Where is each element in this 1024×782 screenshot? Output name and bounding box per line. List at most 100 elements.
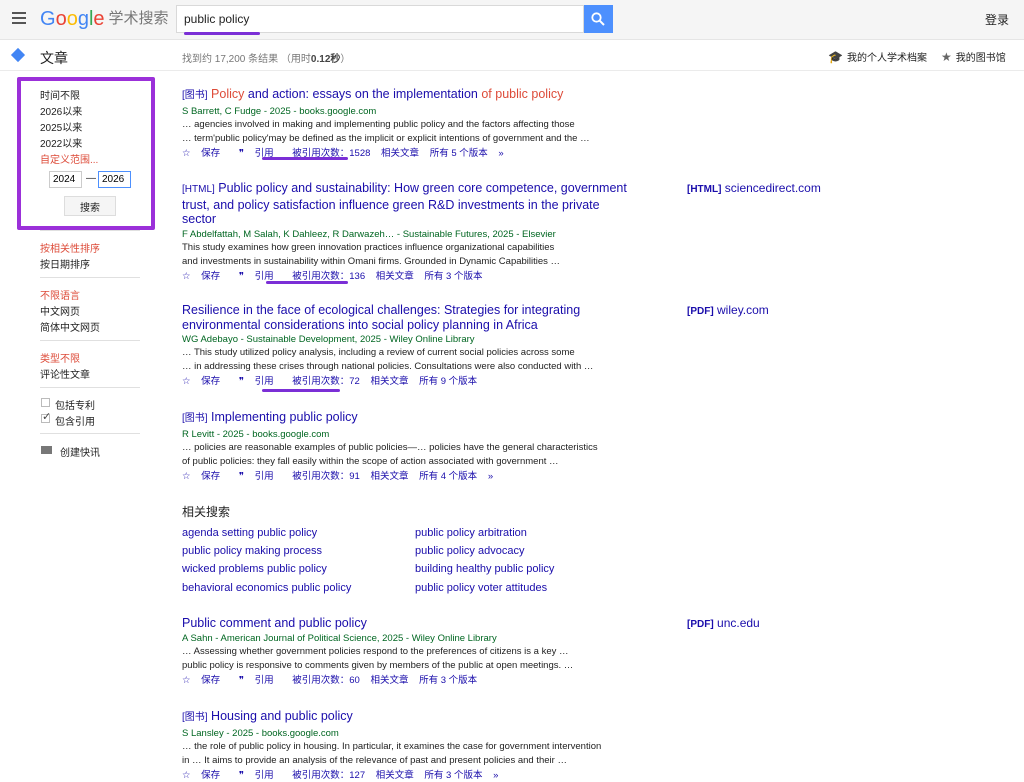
save-button[interactable]: ☆ 保存 [182, 471, 228, 482]
time-since-2026[interactable]: 2026以来 [40, 103, 82, 118]
result-meta: R Levitt - 2025 - books.google.com [182, 428, 330, 440]
result-snippet: in … It aims to provide an analysis of t… [182, 754, 567, 766]
result-actions: ☆ 保存 ❞ 引用 被引用次数：1528 相关文章 所有 5 个版本 » [182, 147, 682, 161]
sort-by-relevance[interactable]: 按相关性排序 [40, 240, 100, 255]
fulltext-link[interactable]: [PDF] wiley.com [687, 303, 769, 317]
related-search-link[interactable]: wicked problems public policy [182, 563, 327, 575]
year-from-input[interactable] [49, 171, 82, 188]
more-icon[interactable]: » [498, 148, 503, 159]
my-library-link[interactable]: ★ 我的图书馆 [941, 49, 1006, 64]
result-meta: A Sahn - American Journal of Political S… [182, 632, 497, 644]
type-any[interactable]: 类型不限 [40, 350, 80, 365]
quote-icon: ❞ [238, 769, 244, 781]
search-input[interactable] [177, 6, 583, 32]
annotation-underline-cited [262, 157, 348, 160]
related-articles-link[interactable]: 相关文章 [370, 376, 408, 387]
save-button[interactable]: ☆ 保存 [182, 770, 228, 781]
result-title[interactable]: Resilience in the face of ecological cha… [182, 303, 632, 332]
more-icon[interactable]: » [493, 770, 498, 781]
articles-label[interactable]: 文章 [40, 48, 68, 68]
result-title[interactable]: [HTML] Public policy and sustainability:… [182, 181, 632, 227]
more-icon[interactable]: » [488, 471, 493, 482]
related-articles-link[interactable]: 相关文章 [370, 675, 408, 686]
search-result: [HTML] Public policy and sustainability:… [182, 181, 632, 284]
related-articles-link[interactable]: 相关文章 [370, 471, 408, 482]
all-versions-link[interactable]: 所有 3 个版本 [424, 271, 482, 282]
cite-button[interactable]: ❞ 引用 [239, 770, 282, 781]
search-result: [图书] Policy and action: essays on the im… [182, 87, 682, 161]
save-button[interactable]: ☆ 保存 [182, 675, 228, 686]
fulltext-link[interactable]: [HTML] sciencedirect.com [687, 181, 821, 195]
related-articles-link[interactable]: 相关文章 [376, 770, 414, 781]
range-search-button[interactable]: 搜索 [64, 196, 116, 216]
sidebar-divider [40, 277, 140, 278]
language-chinese-web[interactable]: 中文网页 [40, 303, 80, 318]
result-snippet: … in addressing these crises through nat… [182, 361, 594, 372]
type-review-articles[interactable]: 评论性文章 [40, 366, 90, 381]
related-articles-link[interactable]: 相关文章 [376, 271, 414, 282]
related-search-link[interactable]: behavioral economics public policy [182, 582, 351, 594]
star-outline-icon: ☆ [182, 674, 191, 686]
all-versions-link[interactable]: 所有 5 个版本 [430, 148, 488, 159]
cited-by-link[interactable]: 被引用次数：136 [292, 271, 365, 282]
fulltext-link[interactable]: [PDF] unc.edu [687, 616, 760, 630]
sort-by-date[interactable]: 按日期排序 [40, 256, 90, 271]
include-patents-checkbox[interactable] [41, 398, 50, 407]
cited-by-link[interactable]: 被引用次数：72 [292, 376, 360, 387]
star-outline-icon: ☆ [182, 270, 191, 282]
save-button[interactable]: ☆ 保存 [182, 148, 228, 159]
search-result: Public comment and public policy A Sahn … [182, 616, 682, 688]
google-scholar-logo[interactable]: Google 学术搜索 [40, 7, 169, 31]
create-alert-link[interactable]: 创建快讯 [60, 444, 100, 459]
year-to-input[interactable] [98, 171, 131, 188]
result-snippet: … term'public policy'may be defined as t… [182, 132, 590, 144]
cited-by-link[interactable]: 被引用次数：60 [292, 675, 360, 686]
sub-header: 文章 找到约 17,200 条结果 （用时0.12秒） 🎓 我的个人学术档案 ★ 我… [0, 41, 1024, 71]
hamburger-menu-icon[interactable] [12, 12, 26, 24]
envelope-icon [41, 446, 52, 454]
cited-by-link[interactable]: 被引用次数：91 [292, 471, 360, 482]
quote-icon: ❞ [238, 674, 244, 686]
cite-button[interactable]: ❞ 引用 [239, 271, 282, 282]
annotation-underline-cited [266, 281, 348, 284]
cite-button[interactable]: ❞ 引用 [239, 675, 282, 686]
search-button[interactable] [584, 5, 613, 33]
language-simplified-chinese[interactable]: 简体中文网页 [40, 319, 100, 334]
all-versions-link[interactable]: 所有 3 个版本 [419, 675, 477, 686]
include-citations-label: 包含引用 [55, 417, 95, 428]
related-search-link[interactable]: public policy arbitration [415, 527, 527, 539]
result-actions: ☆ 保存 ❞ 引用 被引用次数：127 相关文章 所有 3 个版本 » [182, 769, 682, 782]
time-since-2025[interactable]: 2025以来 [40, 119, 82, 134]
related-search-link[interactable]: building healthy public policy [415, 563, 554, 575]
result-snippet: … agencies involved in making and implem… [182, 118, 575, 130]
all-versions-link[interactable]: 所有 9 个版本 [419, 376, 477, 387]
result-stats: 找到约 17,200 条结果 （用时0.12秒） [182, 54, 351, 65]
custom-range-link[interactable]: 自定义范围... [40, 151, 98, 166]
sidebar-divider [40, 433, 140, 434]
language-any[interactable]: 不限语言 [40, 287, 80, 302]
time-any[interactable]: 时间不限 [40, 87, 80, 102]
result-title[interactable]: [图书] Housing and public policy [182, 709, 682, 726]
result-meta: F Abdelfattah, M Salah, K Dahleez, R Dar… [182, 228, 556, 240]
cite-button[interactable]: ❞ 引用 [239, 471, 282, 482]
save-button[interactable]: ☆ 保存 [182, 271, 228, 282]
cited-by-link[interactable]: 被引用次数：127 [292, 770, 365, 781]
related-search-link[interactable]: public policy advocacy [415, 545, 524, 557]
time-since-2022[interactable]: 2022以来 [40, 135, 82, 150]
result-snippet: This study examines how green innovation… [182, 241, 555, 253]
cite-button[interactable]: ❞ 引用 [239, 376, 282, 387]
result-title[interactable]: [图书] Implementing public policy [182, 410, 682, 427]
related-articles-link[interactable]: 相关文章 [381, 148, 419, 159]
all-versions-link[interactable]: 所有 4 个版本 [419, 471, 477, 482]
result-snippet: public policy is responsive to comments … [182, 659, 574, 671]
save-button[interactable]: ☆ 保存 [182, 376, 228, 387]
related-search-link[interactable]: agenda setting public policy [182, 527, 317, 539]
my-profile-link[interactable]: 🎓 我的个人学术档案 [828, 49, 927, 64]
result-title[interactable]: [图书] Policy and action: essays on the im… [182, 87, 682, 104]
all-versions-link[interactable]: 所有 3 个版本 [424, 770, 482, 781]
related-search-link[interactable]: public policy making process [182, 545, 322, 557]
related-search-link[interactable]: public policy voter attitudes [415, 582, 547, 594]
result-title[interactable]: Public comment and public policy [182, 616, 682, 631]
search-box [176, 5, 584, 33]
login-link[interactable]: 登录 [985, 11, 1009, 28]
